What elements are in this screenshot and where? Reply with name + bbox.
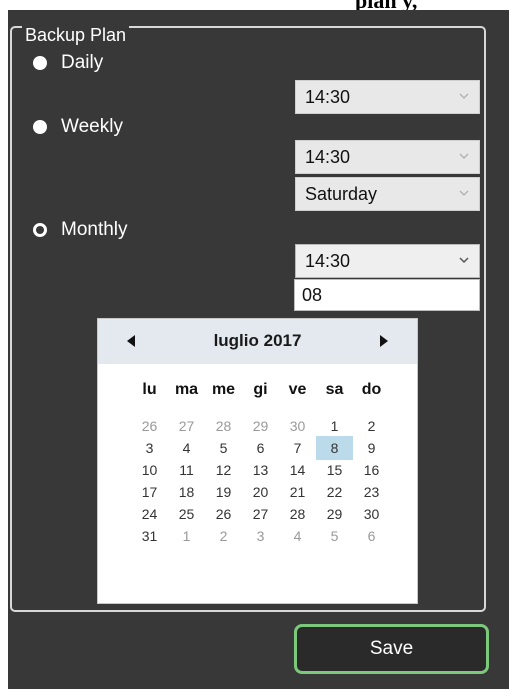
calendar-day[interactable]: 5 — [205, 440, 242, 456]
weekly-time-value: 14:30 — [305, 146, 351, 167]
calendar-day[interactable]: 25 — [168, 506, 205, 522]
calendar-day[interactable]: 5 — [316, 528, 353, 544]
calendar-day[interactable]: 16 — [353, 462, 390, 478]
calendar-day[interactable]: 2 — [205, 528, 242, 544]
weekday-label: lu — [142, 381, 157, 398]
weekday-label: me — [211, 381, 236, 398]
weekday-label: gi — [253, 381, 268, 398]
calendar-day[interactable]: 13 — [242, 462, 279, 478]
calendar-day[interactable]: 30 — [353, 506, 390, 522]
calendar-week-row: 3 4 5 6 7 8 9 — [131, 436, 390, 460]
calendar-day[interactable]: 7 — [279, 440, 316, 456]
calendar-day[interactable]: 18 — [168, 484, 205, 500]
weekday-label: ma — [174, 381, 199, 398]
calendar-day[interactable]: 3 — [131, 440, 168, 456]
calendar-day[interactable]: 1 — [168, 528, 205, 544]
calendar-day[interactable]: 30 — [279, 418, 316, 434]
chevron-down-icon — [459, 190, 469, 196]
calendar-day[interactable]: 3 — [242, 528, 279, 544]
chevron-down-icon — [459, 93, 469, 99]
calendar-day[interactable]: 22 — [316, 484, 353, 500]
calendar-week-row: 24 25 26 27 28 29 30 — [131, 503, 390, 525]
calendar-day[interactable]: 28 — [279, 506, 316, 522]
weekly-time-select[interactable]: 14:30 — [295, 140, 480, 174]
calendar-day[interactable]: 29 — [242, 418, 279, 434]
calendar-day[interactable]: 27 — [242, 506, 279, 522]
calendar-day[interactable]: 12 — [205, 462, 242, 478]
monthly-time-select[interactable]: 14:30 — [295, 244, 480, 278]
triangle-right-icon[interactable] — [377, 333, 391, 349]
calendar-week-row: 26 27 28 29 30 1 2 — [131, 415, 390, 437]
calendar-day[interactable]: 20 — [242, 484, 279, 500]
radio-monthly-label: Monthly — [61, 219, 128, 240]
radio-weekly-label: Weekly — [61, 116, 123, 137]
radio-daily-label: Daily — [61, 52, 104, 73]
calendar-day[interactable]: 26 — [205, 506, 242, 522]
group-title: Backup Plan — [22, 24, 130, 46]
calendar-day[interactable]: 31 — [131, 528, 168, 544]
calendar-popup: luglio 2017 lu ma me gi ve sa do 26 27 2… — [97, 318, 418, 604]
calendar-week-row: 31 1 2 3 4 5 6 — [131, 525, 390, 547]
calendar-day[interactable]: 4 — [279, 528, 316, 544]
calendar-day[interactable]: 15 — [316, 462, 353, 478]
monthly-time-value: 14:30 — [305, 250, 351, 271]
calendar-day[interactable]: 14 — [279, 462, 316, 478]
calendar-day[interactable]: 6 — [353, 528, 390, 544]
monthly-day-value: 08 — [302, 284, 323, 305]
calendar-header: luglio 2017 — [98, 319, 417, 364]
radio-daily[interactable]: Daily — [33, 52, 103, 74]
calendar-week-row: 10 11 12 13 14 15 16 — [131, 459, 390, 481]
calendar-day[interactable]: 9 — [353, 440, 390, 456]
radio-button-checked-icon — [33, 223, 47, 237]
chevron-down-icon — [459, 153, 469, 159]
calendar-day[interactable]: 19 — [205, 484, 242, 500]
calendar-day[interactable]: 2 — [353, 418, 390, 434]
radio-weekly[interactable]: Weekly — [33, 116, 123, 138]
save-button[interactable]: Save — [294, 624, 489, 674]
weekday-label: sa — [325, 381, 344, 398]
radio-monthly[interactable]: Monthly — [33, 219, 128, 241]
radio-button-icon — [33, 56, 47, 70]
calendar-month-title[interactable]: luglio 2017 — [98, 331, 417, 351]
calendar-grid: lu ma me gi ve sa do 26 27 28 29 30 1 2 … — [131, 378, 390, 547]
calendar-week-row: 17 18 19 20 21 22 23 — [131, 481, 390, 503]
monthly-day-input[interactable]: 08 — [294, 279, 480, 311]
weekday-label: do — [361, 381, 382, 398]
calendar-day[interactable]: 23 — [353, 484, 390, 500]
daily-time-select[interactable]: 14:30 — [295, 80, 480, 114]
daily-time-value: 14:30 — [305, 86, 351, 107]
radio-button-icon — [33, 120, 47, 134]
weekly-day-value: Saturday — [305, 183, 378, 204]
calendar-day[interactable]: 4 — [168, 440, 205, 456]
calendar-day[interactable]: 6 — [242, 440, 279, 456]
calendar-day-selected[interactable]: 8 — [316, 436, 353, 460]
calendar-day[interactable]: 21 — [279, 484, 316, 500]
chevron-down-icon — [459, 257, 469, 264]
calendar-day[interactable]: 27 — [168, 418, 205, 434]
weekday-header-row: lu ma me gi ve sa do — [131, 378, 390, 402]
calendar-day[interactable]: 11 — [168, 462, 205, 478]
calendar-day[interactable]: 10 — [131, 462, 168, 478]
calendar-day[interactable]: 24 — [131, 506, 168, 522]
calendar-day[interactable]: 1 — [316, 418, 353, 434]
calendar-day[interactable]: 29 — [316, 506, 353, 522]
weekday-label: ve — [288, 381, 307, 398]
calendar-day[interactable]: 28 — [205, 418, 242, 434]
weekly-day-select[interactable]: Saturday — [295, 177, 480, 211]
calendar-day[interactable]: 26 — [131, 418, 168, 434]
calendar-day[interactable]: 17 — [131, 484, 168, 500]
